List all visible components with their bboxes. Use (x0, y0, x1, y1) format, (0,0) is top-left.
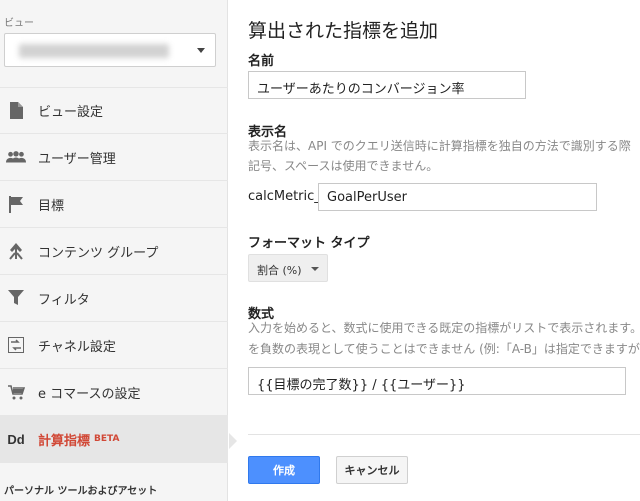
view-label: ビュー (4, 18, 34, 29)
document-icon (6, 101, 26, 121)
nav-item-ecommerce-settings[interactable]: e コマースの設定 (0, 369, 228, 416)
nav-item-view-settings[interactable]: ビュー設定 (0, 87, 228, 134)
nav-item-label: ユーザー管理 (38, 151, 116, 167)
nav-item-label: 目標 (38, 198, 65, 214)
formula-help-line-2: を負数の表現として使うことはできません (例:「A-B」は指定できますが、 (248, 342, 640, 356)
content-group-icon (6, 241, 26, 261)
view-selector-value (19, 44, 169, 58)
flag-icon (6, 194, 26, 214)
nav-item-channel-settings[interactable]: チャネル設定 (0, 322, 228, 369)
filter-icon (6, 288, 26, 308)
nav-item-content-grouping[interactable]: コンテンツ グループ (0, 228, 228, 275)
beta-badge: BETA (94, 434, 120, 444)
nav-item-label: 計算指標 (38, 433, 91, 449)
nav-item-goals[interactable]: 目標 (0, 181, 228, 228)
nav-item-label: コンテンツ グループ (38, 245, 159, 261)
admin-nav: ビュー設定 ユーザー管理 目標 コンテンツ グループ フィルタ チャネル設定 e… (0, 87, 237, 463)
divider (248, 434, 640, 435)
chevron-down-icon (311, 267, 319, 271)
nav-item-user-management[interactable]: ユーザー管理 (0, 134, 228, 181)
cart-icon (6, 382, 26, 402)
nav-item-label: e コマースの設定 (38, 386, 141, 402)
page-title: 算出された指標を追加 (248, 20, 439, 42)
cancel-button[interactable]: キャンセル (336, 456, 408, 484)
nav-item-label: チャネル設定 (38, 339, 116, 355)
nav-item-calculated-metrics[interactable]: Dd 計算指標 BETA (0, 416, 237, 463)
display-name-input[interactable]: GoalPerUser (318, 183, 597, 211)
format-type-label: フォーマット タイプ (248, 236, 370, 251)
sidebar: ビュー ビュー設定 ユーザー管理 目標 コンテンツ グループ フィルタ チャネル… (0, 0, 237, 501)
display-name-help-line-1: 表示名は、API でのクエリ送信時に計算指標を独自の方法で識別する際 (248, 139, 631, 153)
name-label: 名前 (248, 54, 275, 69)
format-type-dropdown[interactable]: 割合 (%) (248, 254, 328, 282)
formula-help-line-1: 入力を始めると、数式に使用できる既定の指標がリストで表示されます。 (248, 321, 640, 335)
main-panel: 算出された指標を追加 名前 ユーザーあたりのコンバージョン率 表示名 表示名は、… (248, 0, 640, 501)
format-type-value: 割合 (%) (257, 264, 302, 277)
view-selector[interactable] (4, 33, 216, 67)
calculated-metrics-icon: Dd (7, 431, 25, 447)
nav-item-label: ビュー設定 (38, 105, 104, 120)
nav-item-label: フィルタ (38, 292, 90, 308)
chevron-down-icon (197, 48, 205, 53)
section-header-personal-tools: パーソナル ツールおよびアセット (4, 486, 158, 497)
users-icon (6, 147, 26, 167)
create-button[interactable]: 作成 (248, 456, 320, 484)
channel-icon (6, 335, 26, 355)
name-input[interactable]: ユーザーあたりのコンバージョン率 (248, 71, 526, 99)
nav-item-filters[interactable]: フィルタ (0, 275, 228, 322)
display-name-help-line-2: 記号、スペースは使用できません。 (248, 159, 439, 173)
display-name-prefix: calcMetric_ (248, 189, 321, 204)
formula-input[interactable]: {{目標の完了数}} / {{ユーザー}} (248, 367, 626, 395)
